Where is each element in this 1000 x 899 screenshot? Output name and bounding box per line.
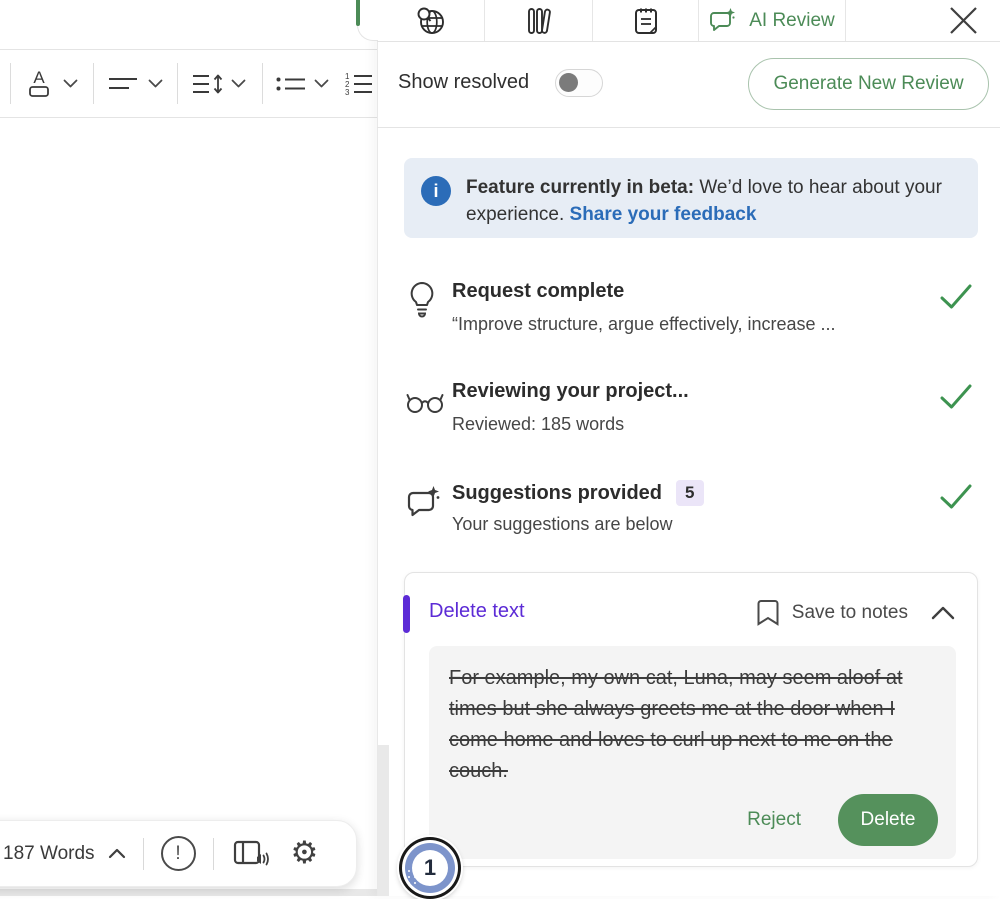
align-button[interactable]	[104, 50, 142, 117]
show-resolved-label: Show resolved	[398, 71, 529, 94]
check-icon	[940, 284, 972, 310]
bookmark-icon	[757, 599, 779, 626]
beta-banner: i Feature currently in beta: We’d love t…	[404, 158, 978, 238]
step-title: Reviewing your project...	[452, 380, 689, 403]
bullet-list-button[interactable]	[272, 50, 310, 117]
close-panel-button[interactable]	[946, 0, 980, 40]
toggle-knob	[559, 73, 578, 92]
align-dropdown[interactable]	[143, 50, 167, 117]
numbered-list-icon: 1 2 3	[343, 71, 373, 97]
line-spacing-dropdown[interactable]	[226, 50, 250, 117]
word-count[interactable]: 187 Words	[3, 843, 95, 865]
panel-edge-strip	[378, 745, 389, 896]
suggestion-card: Delete text Save to notes For example, m…	[404, 572, 978, 867]
numbered-list-button[interactable]: 1 2 3	[340, 50, 376, 117]
toolbar-divider	[177, 63, 178, 104]
info-icon: i	[421, 176, 451, 206]
text-style-dropdown[interactable]	[58, 50, 82, 117]
check-icon	[940, 384, 972, 410]
step-suggestions-provided: Suggestions provided 5 Your suggestions …	[404, 472, 978, 562]
tabbar-corner	[357, 0, 378, 41]
panel-header-border	[377, 127, 1000, 128]
bullet-list-icon	[276, 76, 306, 92]
svg-text:A: A	[33, 68, 45, 87]
chevron-down-icon	[148, 79, 163, 88]
app-bottom-edge	[0, 889, 377, 896]
statusbar-divider	[213, 838, 214, 870]
strikethrough-text: For example, my own cat, Luna, may seem …	[449, 663, 936, 787]
document-status-bar: 187 Words ! ⚙	[0, 820, 357, 887]
check-icon	[940, 484, 972, 510]
show-resolved-toggle[interactable]	[555, 69, 603, 97]
step-subtitle: Your suggestions are below	[452, 514, 672, 535]
reject-button[interactable]: Reject	[747, 809, 801, 831]
suggestion-accent-bar	[403, 595, 410, 633]
active-tab-edge	[356, 0, 360, 26]
marker-number: 1	[412, 850, 448, 886]
tab-plagiarism-search[interactable]	[378, 0, 484, 41]
save-to-notes-label: Save to notes	[792, 602, 908, 624]
tabbar-border	[377, 41, 1000, 42]
step-title: Request complete	[452, 280, 624, 303]
tab-notes[interactable]	[593, 0, 698, 41]
suggestion-type-label: Delete text	[429, 600, 525, 623]
text-style-button[interactable]: A	[20, 50, 58, 117]
line-spacing-icon	[192, 73, 224, 95]
lightbulb-icon	[406, 280, 438, 318]
read-aloud-book-icon[interactable]	[231, 838, 271, 870]
save-to-notes-button[interactable]: Save to notes	[757, 599, 955, 626]
globe-search-icon	[416, 6, 446, 36]
suggestion-bubble-icon	[406, 484, 442, 520]
statusbar-divider	[143, 838, 144, 870]
delete-button[interactable]: Delete	[838, 794, 938, 846]
bullet-list-dropdown[interactable]	[309, 50, 333, 117]
close-icon	[949, 6, 978, 35]
collapse-chevron-icon[interactable]	[931, 606, 955, 620]
generate-new-review-button[interactable]: Generate New Review	[748, 58, 989, 110]
chevron-down-icon	[231, 79, 246, 88]
toolbar-divider	[262, 63, 263, 104]
library-icon	[524, 6, 554, 36]
suggestion-snippet: For example, my own cat, Luna, may seem …	[429, 646, 956, 859]
glasses-icon	[406, 388, 444, 416]
step-reviewing-project: Reviewing your project... Reviewed: 185 …	[404, 372, 978, 462]
gear-icon[interactable]: ⚙	[291, 838, 319, 869]
suggestion-count-badge: 5	[676, 480, 703, 506]
toolbar-divider	[10, 63, 11, 104]
step-request-complete: Request complete “Improve structure, arg…	[404, 272, 978, 362]
line-spacing-button[interactable]	[188, 50, 228, 117]
formatting-toolbar: A	[0, 49, 377, 118]
toolbar-divider	[93, 63, 94, 104]
tab-ai-review[interactable]: AI Review	[699, 0, 845, 41]
suggestion-marker-1[interactable]: 1	[399, 837, 461, 899]
step-subtitle: Reviewed: 185 words	[452, 414, 624, 435]
tab-divider	[845, 0, 846, 41]
notes-icon	[631, 6, 661, 36]
tab-library[interactable]	[485, 0, 592, 41]
share-feedback-link[interactable]: Share your feedback	[570, 204, 757, 225]
alert-circle-icon[interactable]: !	[161, 836, 196, 871]
align-icon	[108, 75, 138, 93]
ai-bubble-icon	[709, 7, 737, 35]
drag-handle-icon	[408, 870, 417, 885]
tab-label: AI Review	[749, 10, 835, 32]
chevron-down-icon	[63, 79, 78, 88]
text-style-icon: A	[25, 68, 53, 100]
chevron-down-icon	[314, 79, 329, 88]
step-subtitle: “Improve structure, argue effectively, i…	[452, 314, 836, 335]
beta-banner-text: Feature currently in beta: We’d love to …	[466, 174, 958, 228]
chevron-up-icon[interactable]	[108, 848, 126, 859]
svg-text:3: 3	[345, 88, 350, 97]
step-title: Suggestions provided	[452, 482, 662, 505]
